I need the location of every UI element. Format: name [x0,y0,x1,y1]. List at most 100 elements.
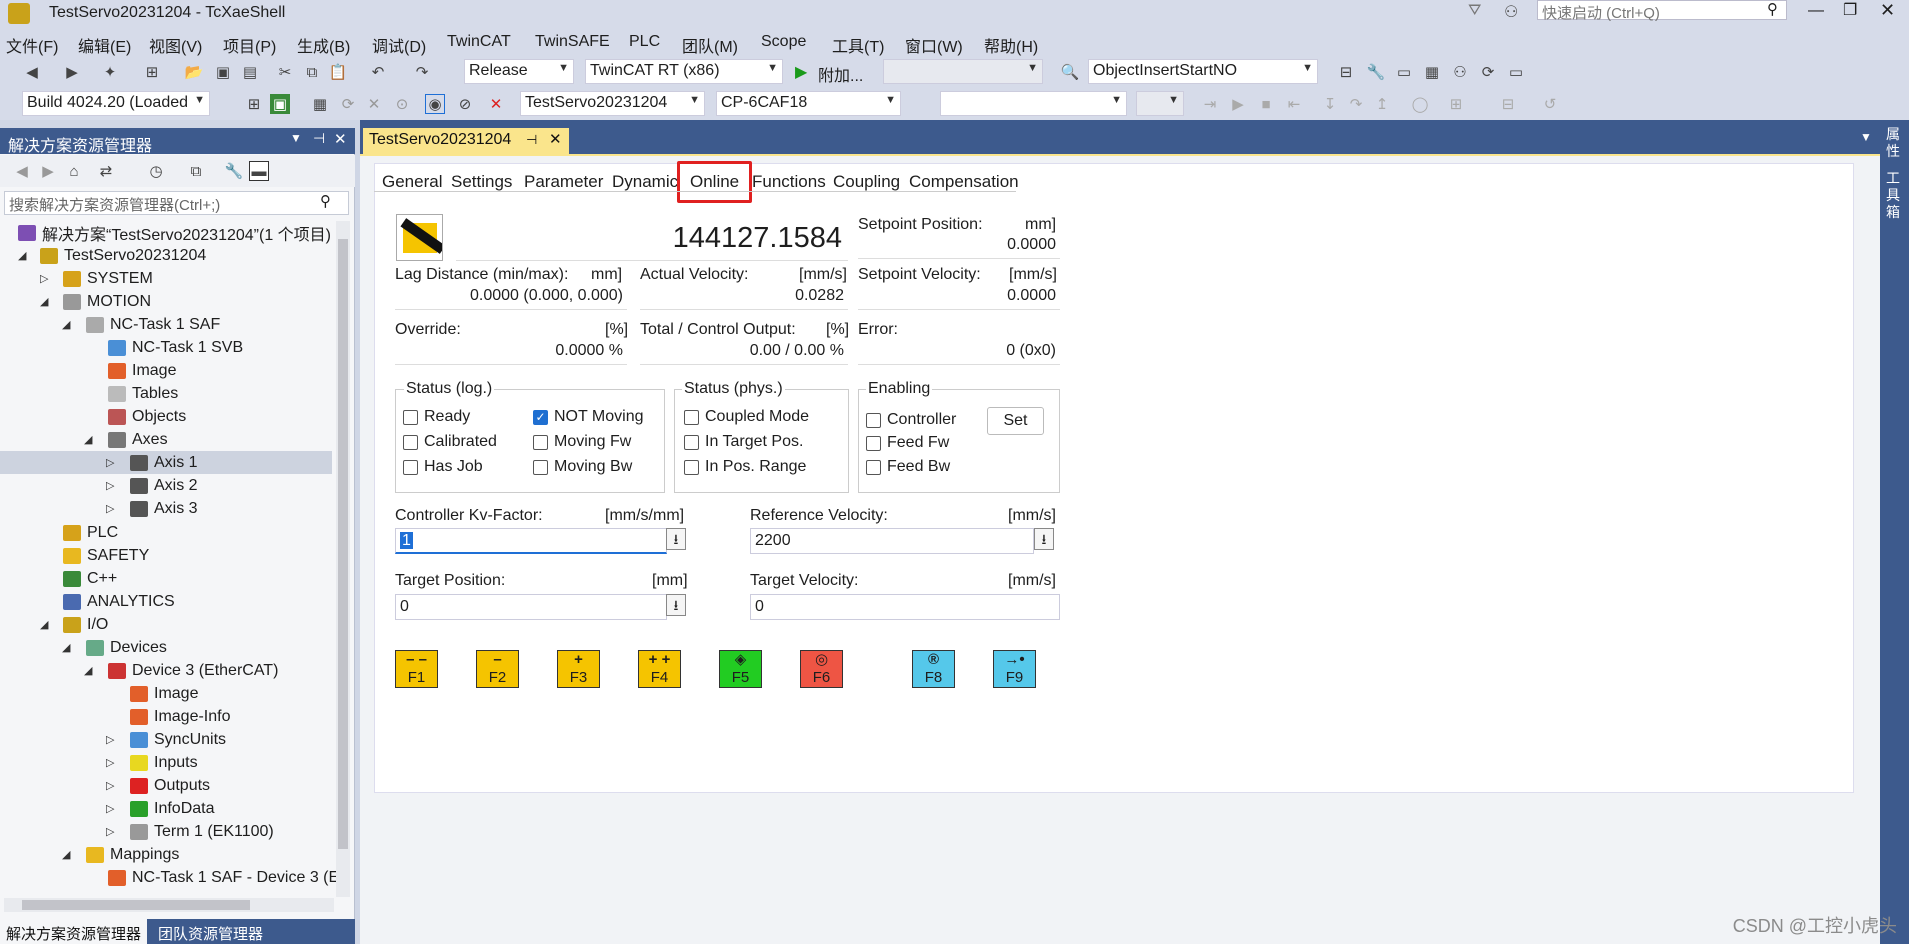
tree-outputs[interactable]: Outputs [130,774,210,797]
tree-infodata[interactable]: InfoData [130,797,214,820]
tree-axes[interactable]: Axes [108,428,168,451]
tree-io[interactable]: I/O [63,613,108,636]
cut-icon[interactable]: ✂ [275,62,295,82]
build-select[interactable]: Build 4024.20 (Loaded ▼ [22,91,210,116]
moving-bw-checkbox[interactable]: Moving Bw [533,458,632,476]
tree-axis-3[interactable]: Axis 3 [130,497,198,520]
menu-scope[interactable]: Scope [761,33,806,51]
close-tab-icon[interactable]: ✕ [549,130,562,148]
collapse-arrow-icon[interactable]: ◢ [62,318,70,331]
f1-button[interactable]: – – F1 [395,650,438,688]
menu-debug[interactable]: 调试(D) [372,33,426,57]
menu-twinsafe[interactable]: TwinSAFE [535,33,610,51]
config-select[interactable]: Release ▼ [464,59,574,84]
f9-button[interactable]: →• F9 [993,650,1036,688]
expand-arrow-icon[interactable]: ▷ [106,779,114,792]
history-icon[interactable]: ◷ [146,161,166,181]
save-icon[interactable]: ▣ [213,62,233,82]
controller-checkbox[interactable]: Controller [866,411,956,429]
tree-image-info[interactable]: Image-Info [130,705,230,728]
menu-window[interactable]: 窗口(W) [905,33,963,57]
f3-button[interactable]: + F3 [557,650,600,688]
vs-icon[interactable]: ⊟ [1336,62,1356,82]
f5-button[interactable]: ◈ F5 [719,650,762,688]
empty-combo[interactable]: ▼ [940,91,1127,116]
platform-select[interactable]: TwinCAT RT (x86) ▼ [585,59,783,84]
tree-nc-task-svb[interactable]: NC-Task 1 SVB [108,336,243,359]
console-icon[interactable]: ▭ [1506,62,1526,82]
expand-arrow-icon[interactable]: ▷ [106,456,114,469]
expand-arrow-icon[interactable]: ▷ [106,733,114,746]
refresh-icon[interactable]: ⟳ [1478,62,1498,82]
new-project-icon[interactable]: ✦ [100,62,120,82]
menu-help[interactable]: 帮助(H) [984,33,1038,57]
tree-safety[interactable]: SAFETY [63,544,149,567]
filter-icon[interactable]: ⛛ [1468,2,1481,20]
properties-tab[interactable]: 属性 [1886,126,1902,160]
collapse-arrow-icon[interactable]: ◢ [62,848,70,861]
moving-fw-checkbox[interactable]: Moving Fw [533,433,631,451]
minimize-button[interactable]: — [1808,2,1824,20]
redo-icon[interactable]: ↷ [412,62,432,82]
tree-axis-1[interactable]: Axis 1 [130,451,198,474]
menu-project[interactable]: 项目(P) [223,33,276,57]
tab-functions[interactable]: Functions [747,172,831,192]
tree-device-image[interactable]: Image [130,682,198,705]
tree-term-1[interactable]: Term 1 (EK1100) [130,820,274,843]
target-icon[interactable]: ◉ [425,94,445,114]
f2-button[interactable]: – F2 [476,650,519,688]
in-target-pos-checkbox[interactable]: In Target Pos. [684,433,803,451]
collapse-arrow-icon[interactable]: ◢ [18,249,26,262]
tab-solution-explorer[interactable]: 解决方案资源管理器 [0,919,148,944]
target-select[interactable]: CP-6CAF18 ▼ [716,91,901,116]
tree-solution[interactable]: 解决方案“TestServo20231204”(1 个项目) [18,221,331,244]
expand-arrow-icon[interactable]: ▷ [106,756,114,769]
tab-team-explorer[interactable]: 团队资源管理器 [152,919,269,944]
ref-velocity-download-button[interactable]: ⭳ [1034,528,1054,550]
collapse-arrow-icon[interactable]: ◢ [40,618,48,631]
reload-icon[interactable]: ⟳ [338,94,358,114]
tab-parameter[interactable]: Parameter [519,172,608,192]
config-mode-icon[interactable]: ▦ [310,94,330,114]
expand-arrow-icon[interactable]: ▷ [106,825,114,838]
collapse-arrow-icon[interactable]: ◢ [84,433,92,446]
paste-icon[interactable]: 📋 [328,62,348,82]
tab-list-icon[interactable]: ▼ [1860,130,1872,144]
open-icon[interactable]: 📂 [184,62,204,82]
expand-arrow-icon[interactable]: ▷ [40,272,48,285]
not-moving-checkbox[interactable]: ✓ NOT Moving [533,408,644,426]
forward-icon[interactable]: ▶ [38,161,58,181]
solution-search-input[interactable]: 搜索解决方案资源管理器(Ctrl+;) [4,191,349,215]
tree-axis-2[interactable]: Axis 2 [130,474,198,497]
feedback-icon[interactable]: ⚇ [1504,2,1518,22]
tree-syncunits[interactable]: SyncUnits [130,728,226,751]
no-connection-icon[interactable]: ⊘ [455,94,475,114]
target-position-download-button[interactable]: ⭳ [666,594,686,616]
tree-objects[interactable]: Objects [108,405,186,428]
f4-button[interactable]: + + F4 [638,650,681,688]
sync-icon[interactable]: ⇄ [96,161,116,181]
preview-icon[interactable]: ▬ [249,161,269,181]
properties-icon[interactable]: 🔧 [224,161,244,181]
coupled-mode-checkbox[interactable]: Coupled Mode [684,408,809,426]
tree-image[interactable]: Image [108,359,176,382]
tree-inputs[interactable]: Inputs [130,751,198,774]
error-icon[interactable]: ✕ [486,94,506,114]
calibrated-checkbox[interactable]: Calibrated [403,433,497,451]
collapse-icon[interactable]: ⧉ [186,161,206,181]
add-item-icon[interactable]: ⊞ [142,62,162,82]
undo-icon[interactable]: ↶ [368,62,388,82]
wrench-icon[interactable]: 🔧 [1366,62,1386,82]
kv-factor-input[interactable]: 1 [395,528,667,554]
menu-team[interactable]: 团队(M) [682,33,738,57]
feed-bw-checkbox[interactable]: Feed Bw [866,458,950,476]
tab-online[interactable]: Online [677,161,753,203]
tab-settings[interactable]: Settings [446,172,517,192]
tab-compensation[interactable]: Compensation [904,172,1024,192]
menu-plc[interactable]: PLC [629,33,660,51]
restore-button[interactable]: ❐ [1843,0,1857,20]
find-icon[interactable]: 🔍 [1060,62,1080,82]
search-icon[interactable]: ⚲ [320,192,331,210]
menu-build[interactable]: 生成(B) [297,33,350,57]
scan-icon[interactable]: ⊙ [392,94,412,114]
